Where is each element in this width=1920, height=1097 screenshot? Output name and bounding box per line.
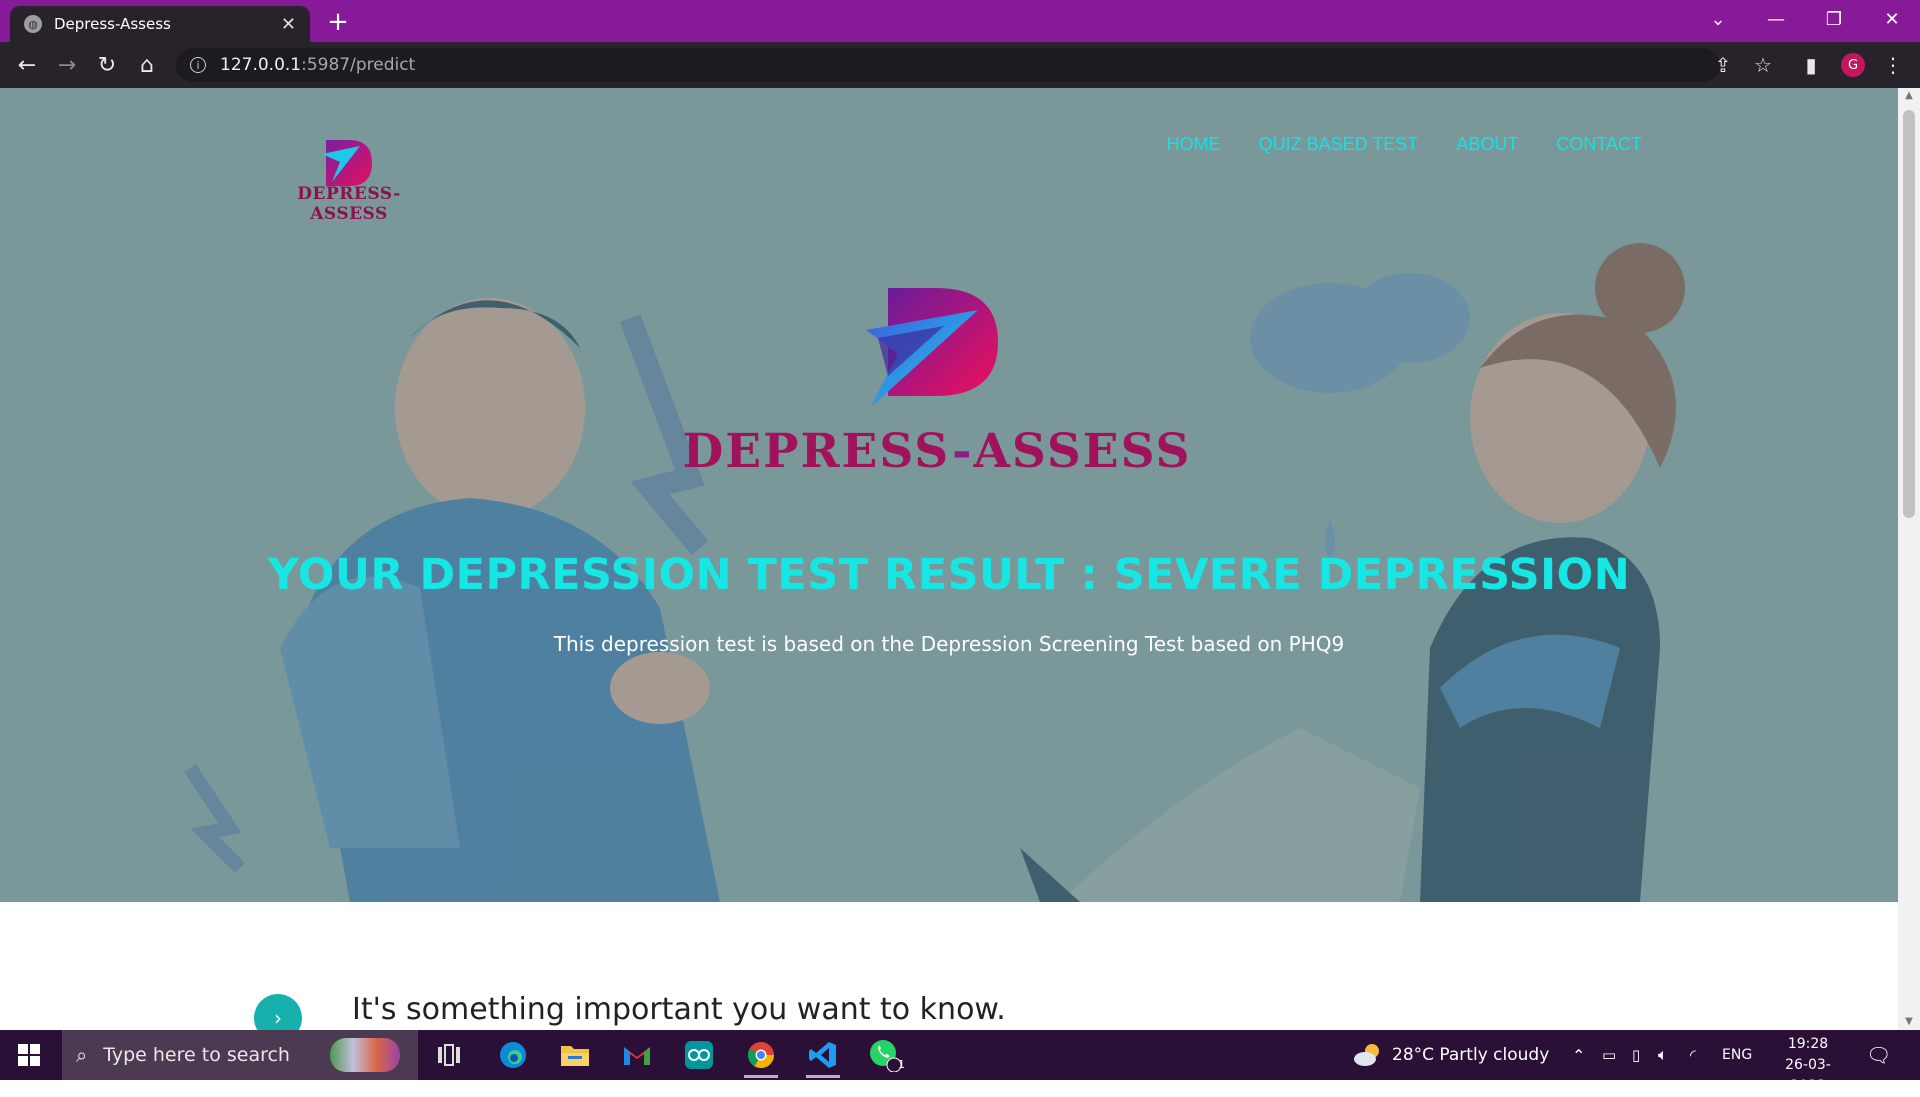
scroll-up-icon[interactable]: ▲	[1903, 90, 1915, 102]
test-result-heading: YOUR DEPRESSION TEST RESULT : SEVERE DEP…	[267, 550, 1631, 600]
volume-icon[interactable]: 🔈︎	[1658, 1030, 1668, 1080]
scroll-down-icon[interactable]: ▼	[1903, 1016, 1915, 1028]
edge-browser-icon[interactable]	[490, 1035, 536, 1075]
taskbar-search-placeholder: Type here to search	[103, 1044, 290, 1066]
show-hidden-icons-icon[interactable]: ⌃	[1572, 1030, 1585, 1080]
site-logo[interactable]: DEPRESS-ASSESS	[264, 132, 434, 224]
chevron-right-icon[interactable]: ›	[254, 994, 302, 1030]
arduino-icon[interactable]	[676, 1035, 722, 1075]
home-icon[interactable]: ⌂	[130, 48, 164, 82]
url-path: :5987/predict	[301, 55, 416, 75]
globe-icon: ◍	[24, 15, 42, 33]
bookmark-star-icon[interactable]: ☆	[1746, 48, 1780, 82]
clock-time: 19:28	[1787, 1036, 1829, 1052]
reload-icon[interactable]: ↻	[90, 48, 124, 82]
brand-title-right: ASSESS	[973, 424, 1192, 479]
site-info-icon[interactable]: i	[190, 57, 206, 73]
brand-logo-mark-icon	[866, 288, 998, 408]
address-bar[interactable]: i 127.0.0.1:5987/predict	[176, 48, 1720, 82]
battery-icon[interactable]: ▭	[1602, 1030, 1616, 1080]
page-viewport: DEPRESS-ASSESS HOME QUIZ BASED TEST ABOU…	[0, 88, 1898, 1030]
search-icon: ⌕	[76, 1043, 88, 1067]
brand-title-dash: -	[951, 424, 974, 479]
taskbar-search-box[interactable]: ⌕ Type here to search	[62, 1030, 418, 1080]
info-section-heading: It's something important you want to kno…	[352, 992, 1006, 1027]
windows-taskbar: ⌕ Type here to search 1 28°C Partly clou…	[0, 1030, 1920, 1094]
whatsapp-icon[interactable]: 1	[862, 1035, 908, 1075]
brand-title-left: DEPRESS	[682, 424, 952, 479]
scrollbar-thumb[interactable]	[1903, 110, 1915, 518]
tab-title: Depress-Assess	[54, 15, 171, 33]
nav-home[interactable]: HOME	[1167, 134, 1221, 155]
brand-title: DEPRESS-ASSESS	[600, 424, 1274, 479]
restore-button[interactable]: ❐	[1806, 0, 1862, 38]
clock-date: 26-03-2023	[1785, 1057, 1831, 1094]
page-scrollbar[interactable]: ▲ ▼	[1898, 88, 1920, 1030]
taskbar-clock[interactable]: 19:28 26-03-2023	[1768, 1034, 1848, 1097]
browser-toolbar: ← → ↻ ⌂ i 127.0.0.1:5987/predict ⇪ ☆ ▮ G…	[0, 42, 1920, 88]
logo-wordmark: DEPRESS-ASSESS	[297, 184, 401, 224]
vscode-icon[interactable]	[800, 1035, 846, 1078]
browser-tab-strip: ◍ Depress-Assess ✕ + ⌄ — ❐ ✕	[0, 0, 1920, 42]
browser-tab-active[interactable]: ◍ Depress-Assess ✕	[10, 6, 310, 42]
test-result-description: This depression test is based on the Dep…	[553, 632, 1345, 656]
close-window-button[interactable]: ✕	[1864, 0, 1920, 38]
minimize-button[interactable]: —	[1748, 0, 1804, 38]
main-nav: HOME QUIZ BASED TEST ABOUT CONTACT	[1167, 134, 1642, 155]
nav-contact[interactable]: CONTACT	[1556, 134, 1642, 155]
notification-center-icon[interactable]: 🗨︎	[1866, 1030, 1891, 1080]
logo-mark-icon	[322, 140, 372, 186]
share-icon[interactable]: ⇪	[1706, 48, 1740, 82]
device-icon[interactable]: ▯	[1632, 1030, 1640, 1080]
task-view-icon[interactable]	[426, 1035, 472, 1075]
partly-cloudy-icon	[1354, 1044, 1379, 1066]
nav-quiz-based-test[interactable]: QUIZ BASED TEST	[1259, 134, 1419, 155]
nav-about[interactable]: ABOUT	[1456, 134, 1518, 155]
url-host: 127.0.0.1	[220, 55, 302, 75]
side-panel-icon[interactable]: ▮	[1794, 48, 1828, 82]
forward-icon[interactable]: →	[50, 48, 84, 82]
tab-search-icon[interactable]: ⌄	[1690, 0, 1746, 38]
chrome-icon[interactable]	[738, 1035, 784, 1078]
close-tab-icon[interactable]: ✕	[281, 14, 296, 35]
language-indicator[interactable]: ENG	[1722, 1030, 1752, 1080]
back-icon[interactable]: ←	[10, 48, 44, 82]
weather-text: 28°C Partly cloudy	[1392, 1045, 1550, 1065]
profile-avatar[interactable]: G	[1836, 48, 1870, 82]
search-highlight-image	[330, 1038, 400, 1072]
windows-logo-icon	[18, 1044, 40, 1066]
new-tab-button[interactable]: +	[322, 6, 354, 38]
wifi-icon[interactable]: ◜	[1690, 1030, 1696, 1080]
whatsapp-badge: 1	[898, 1058, 905, 1071]
weather-widget[interactable]: 28°C Partly cloudy	[1352, 1030, 1549, 1080]
gmail-icon[interactable]	[614, 1035, 660, 1075]
windows-start-button[interactable]	[0, 1030, 58, 1080]
file-explorer-icon[interactable]	[552, 1035, 598, 1075]
hero-section: DEPRESS-ASSESS HOME QUIZ BASED TEST ABOU…	[0, 88, 1898, 902]
menu-kebab-icon[interactable]: ⋮	[1876, 48, 1910, 82]
